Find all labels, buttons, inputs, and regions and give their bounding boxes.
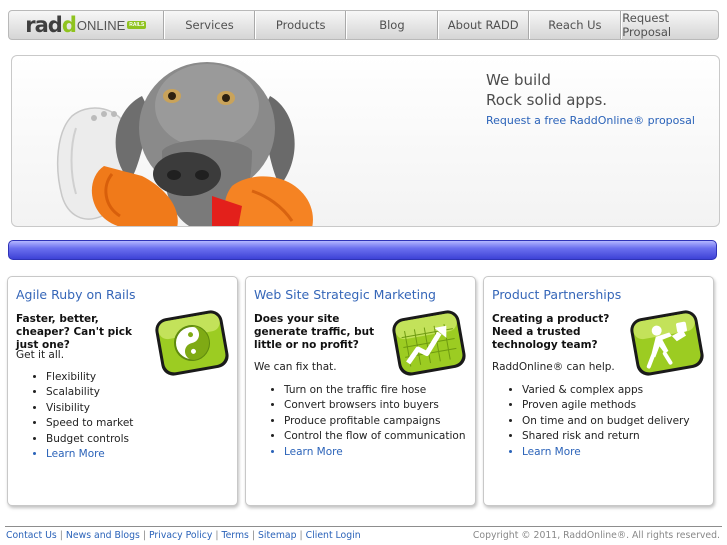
card-intro: RaddOnline® can help. — [492, 361, 615, 373]
growth-chart-icon — [392, 310, 466, 376]
footer-separator: | — [299, 530, 303, 541]
card-headline: Creating a product? Need a trusted techn… — [492, 313, 610, 351]
card-intro: Get it all. — [16, 349, 65, 361]
footer-separator: | — [215, 530, 219, 541]
hero-headline-line-1: We build — [486, 71, 551, 89]
nav-about-radd[interactable]: About RADD — [437, 11, 529, 39]
hero-copy: We build Rock solid apps. Request a free… — [486, 70, 695, 127]
footer-separator: | — [142, 530, 146, 541]
nav-reach-us[interactable]: Reach Us — [528, 11, 622, 39]
footer-divider — [5, 526, 722, 527]
card-product-partnerships: Product Partnerships Creating a product?… — [483, 276, 714, 506]
list-item: Turn on the traffic fire hose — [284, 383, 465, 398]
footer-link-privacy-policy[interactable]: Privacy Policy — [149, 530, 212, 541]
nav-blog[interactable]: Blog — [346, 11, 438, 39]
card-intro: We can fix that. — [254, 361, 337, 373]
list-item: Flexibility — [46, 370, 133, 385]
learn-more-link[interactable]: Learn More — [284, 445, 465, 460]
dog-with-chew-toy-image — [56, 62, 313, 226]
footer-links: Contact Us | News and Blogs | Privacy Policy… — [6, 530, 361, 541]
nav-request-proposal[interactable]: Request Proposal — [621, 11, 718, 39]
card-headline: Does your site generate traffic, but lit… — [254, 313, 375, 351]
blue-divider-bar — [8, 240, 717, 260]
nav-services[interactable]: Services — [163, 11, 256, 39]
radd-online-logo[interactable]: radd ONLINE RAILS — [9, 11, 164, 39]
footer-link-client-login[interactable]: Client Login — [306, 530, 361, 541]
logo-rails-tag: RAILS — [127, 21, 147, 29]
list-item: Varied & complex apps — [522, 383, 690, 398]
learn-more-link[interactable]: Learn More — [522, 445, 690, 460]
card-title[interactable]: Agile Ruby on Rails — [16, 287, 136, 302]
card-agile-ruby-on-rails: Agile Ruby on Rails Faster, better, chea… — [7, 276, 238, 506]
card-feature-list: Flexibility Scalability Visibility Speed… — [46, 370, 133, 462]
list-item: Visibility — [46, 401, 133, 416]
footer-separator: | — [59, 530, 63, 541]
top-navigation: radd ONLINE RAILS Services Products Blog A… — [8, 10, 719, 40]
card-web-site-strategic-marketing: Web Site Strategic Marketing Does your s… — [245, 276, 476, 506]
card-headline: Faster, better, cheaper? Can't pick just… — [16, 313, 132, 351]
card-title[interactable]: Product Partnerships — [492, 287, 621, 302]
list-item: Produce profitable campaigns — [284, 414, 465, 429]
list-item: Control the flow of communication — [284, 429, 465, 444]
list-item: Shared risk and return — [522, 429, 690, 444]
footer-link-news-and-blogs[interactable]: News and Blogs — [66, 530, 140, 541]
list-item: Scalability — [46, 385, 133, 400]
card-feature-list: Turn on the traffic fire hose Convert br… — [284, 383, 465, 460]
logo-online-text: ONLINE — [76, 17, 126, 33]
logo-wordmark: radd — [25, 12, 77, 37]
hero-banner: We build Rock solid apps. Request a free… — [11, 55, 720, 227]
hero-headline-line-2: Rock solid apps. — [486, 91, 608, 109]
list-item: Convert browsers into buyers — [284, 398, 465, 413]
list-item: Proven agile methods — [522, 398, 690, 413]
footer-link-contact-us[interactable]: Contact Us — [6, 530, 57, 541]
yin-yang-icon — [155, 310, 229, 376]
footer-link-terms[interactable]: Terms — [221, 530, 248, 541]
card-feature-list: Varied & complex apps Proven agile metho… — [522, 383, 690, 460]
request-proposal-link[interactable]: Request a free RaddOnline® proposal — [486, 114, 695, 127]
nav-products[interactable]: Products — [255, 11, 347, 39]
footer-link-sitemap[interactable]: Sitemap — [258, 530, 297, 541]
list-item: Speed to market — [46, 416, 133, 431]
helping-hand-icon — [630, 310, 704, 376]
footer-separator: | — [251, 530, 256, 541]
copyright-notice: Copyright © 2011, RaddOnline®. All right… — [472, 530, 720, 541]
list-item: On time and on budget delivery — [522, 414, 690, 429]
card-title[interactable]: Web Site Strategic Marketing — [254, 287, 436, 302]
learn-more-link[interactable]: Learn More — [46, 447, 133, 462]
list-item: Budget controls — [46, 432, 133, 447]
